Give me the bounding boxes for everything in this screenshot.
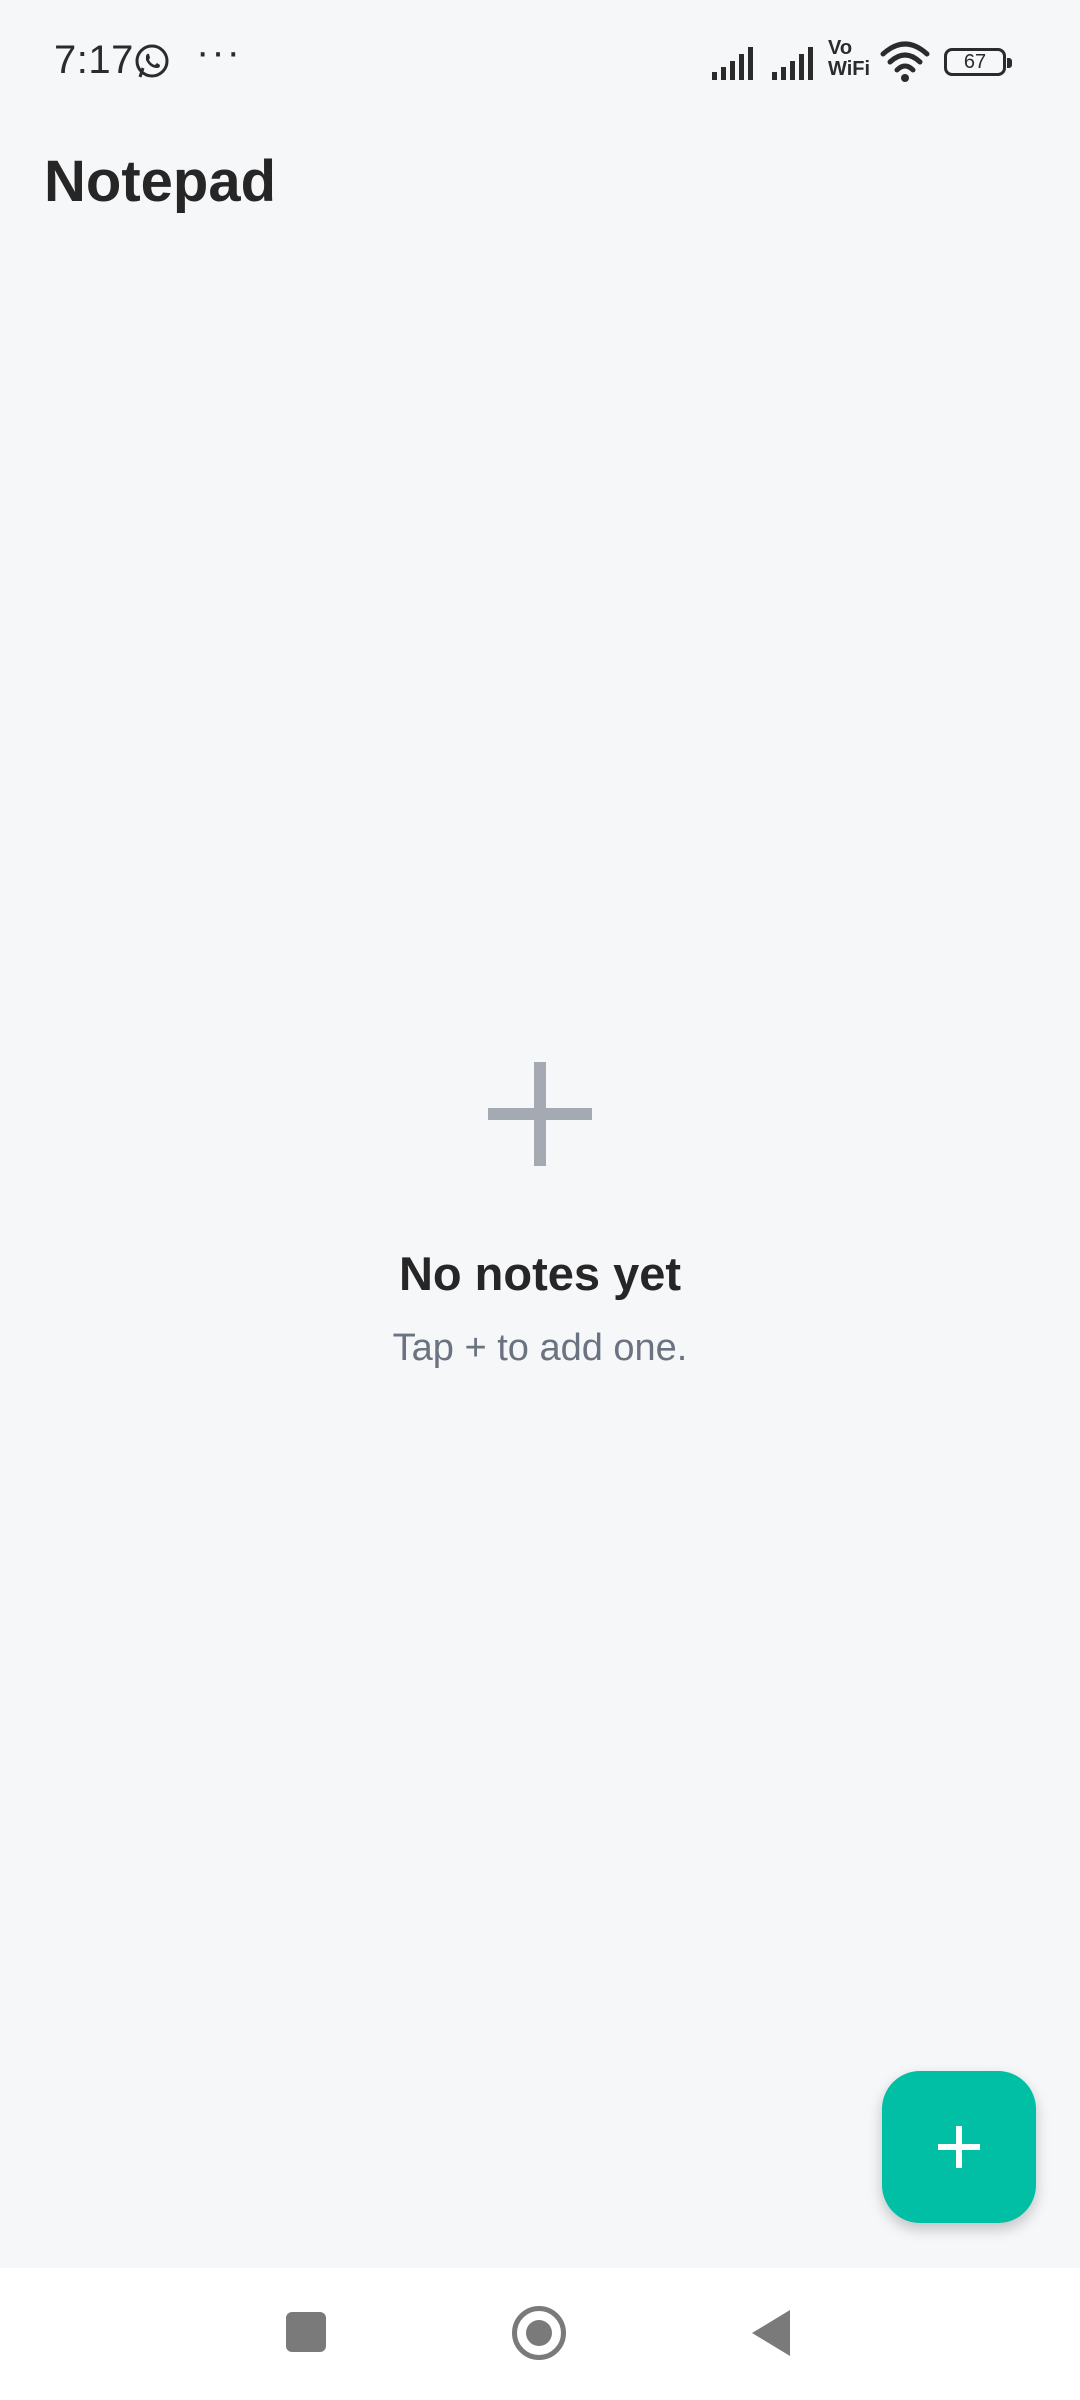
- add-note-button[interactable]: [882, 2071, 1036, 2223]
- plus-icon: [488, 1062, 592, 1166]
- plus-icon: [938, 2126, 980, 2168]
- whatsapp-icon: [135, 44, 169, 78]
- vowifi-top-label: Vo: [828, 37, 853, 59]
- battery-icon: 67: [944, 48, 1012, 76]
- wifi-icon: [880, 41, 930, 82]
- vowifi-bottom-label: WiFi: [828, 58, 871, 80]
- vowifi-icon: Vo WiFi: [828, 38, 874, 80]
- signal-icon: [772, 47, 813, 80]
- signal-icon: [712, 47, 753, 80]
- back-icon[interactable]: [752, 2310, 790, 2356]
- navigation-bar: [0, 2268, 1080, 2400]
- battery-level: 67: [963, 51, 987, 73]
- empty-state-subtitle: Tap + to add one.: [392, 1327, 688, 1369]
- status-bar: 7:17 ··· Vo WiFi 67: [0, 0, 1080, 125]
- empty-state-title: No notes yet: [398, 1247, 682, 1300]
- home-icon[interactable]: [512, 2306, 566, 2360]
- recents-icon[interactable]: [286, 2312, 326, 2352]
- more-icon: ···: [196, 30, 242, 74]
- page-title: Notepad: [44, 149, 276, 214]
- status-time: 7:17: [54, 38, 134, 82]
- app-screen: 7:17 ··· Vo WiFi 67 Notepad No notes yet…: [0, 0, 1080, 2400]
